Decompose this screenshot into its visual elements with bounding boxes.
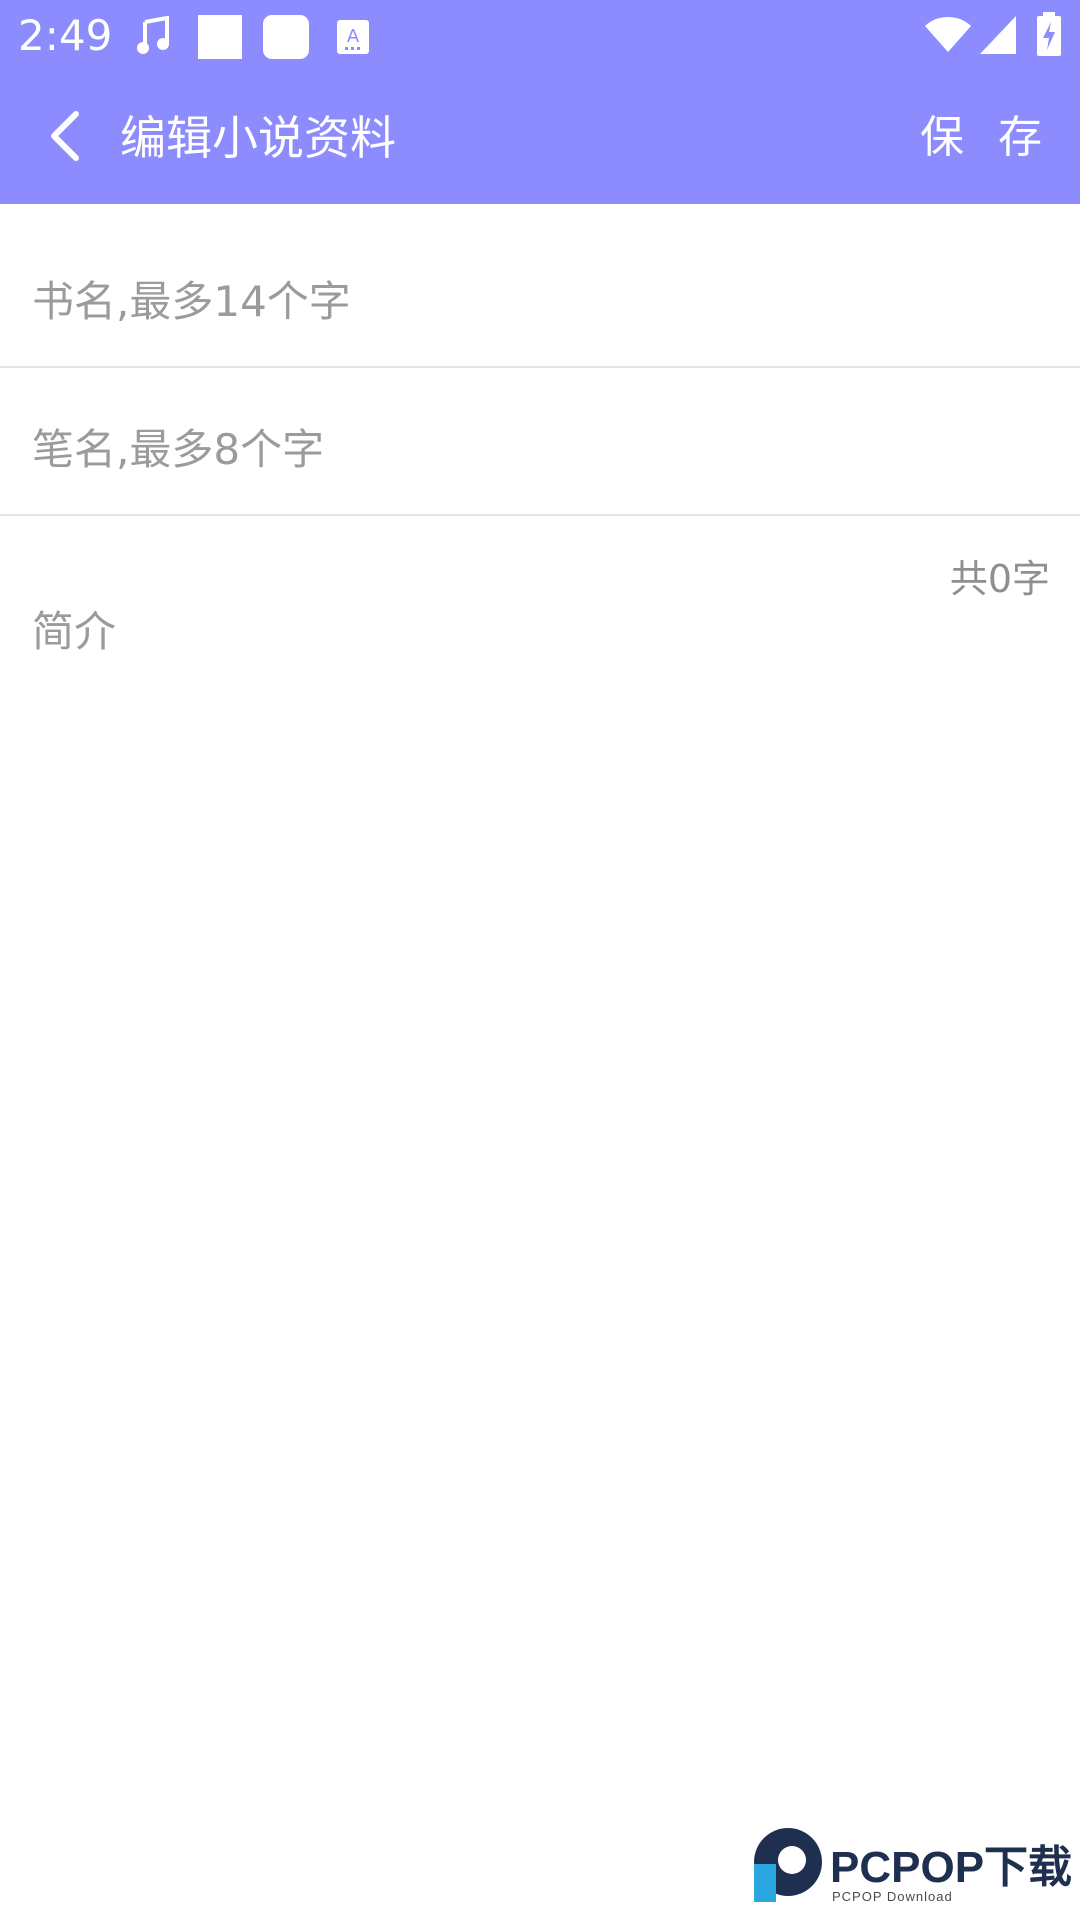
svg-text:A: A bbox=[347, 26, 360, 47]
watermark-logo: PCPOP下载 PCPOP Download bbox=[750, 1826, 1080, 1916]
rounded-square-icon bbox=[263, 15, 309, 63]
save-button[interactable]: 保 存 bbox=[920, 108, 1052, 168]
status-bar: 2:49 A bbox=[0, 0, 1080, 72]
book-title-row bbox=[0, 220, 1080, 368]
pcpop-logo-icon bbox=[754, 1828, 822, 1902]
pen-name-row bbox=[0, 368, 1080, 516]
keyboard-a-icon: A bbox=[337, 20, 369, 58]
signal-icon bbox=[980, 16, 1016, 58]
app-bar: 编辑小说资料 保 存 bbox=[0, 72, 1080, 204]
wifi-icon bbox=[925, 16, 971, 56]
chevron-left-icon bbox=[46, 108, 86, 168]
intro-section: 共0字 bbox=[0, 516, 1080, 1756]
music-icon bbox=[135, 15, 171, 60]
square-icon bbox=[198, 15, 242, 63]
battery-charging-icon bbox=[1037, 12, 1061, 60]
back-button[interactable] bbox=[30, 102, 102, 174]
watermark-subtitle: PCPOP Download bbox=[832, 1889, 953, 1904]
watermark-brand: PCPOP下载 bbox=[830, 1843, 1073, 1892]
intro-textarea[interactable] bbox=[30, 596, 1044, 1700]
status-time: 2:49 bbox=[18, 11, 113, 60]
page-title: 编辑小说资料 bbox=[120, 111, 396, 165]
word-counter: 共0字 bbox=[949, 557, 1050, 601]
pen-name-input[interactable] bbox=[30, 418, 1034, 480]
book-title-input[interactable] bbox=[30, 270, 1034, 332]
